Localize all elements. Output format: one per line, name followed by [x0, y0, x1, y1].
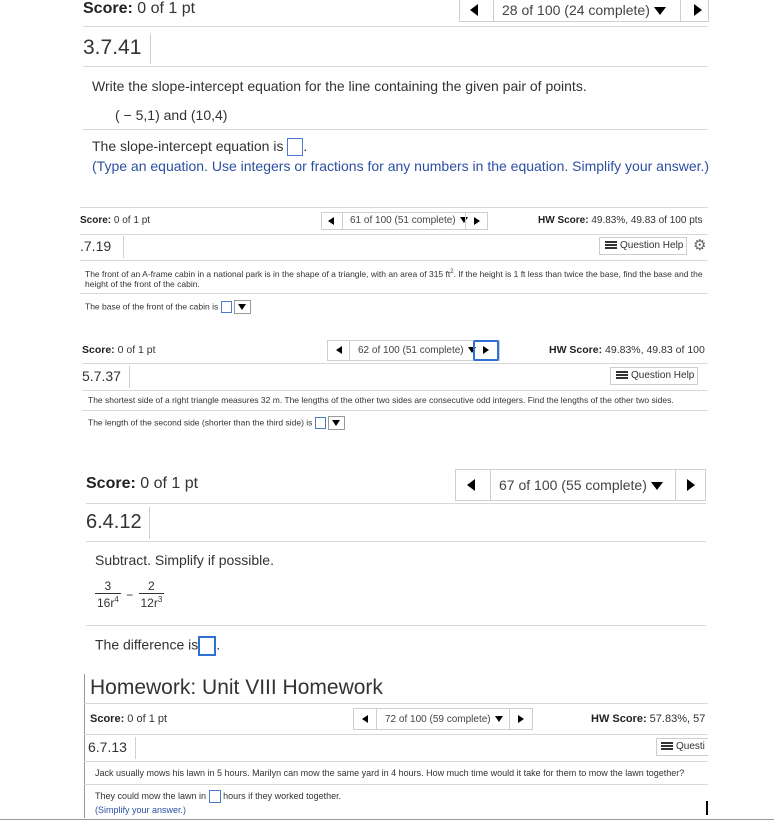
question-number: 6.7.13 [88, 737, 136, 759]
hw-score: HW Score: 57.83%, 57 [591, 713, 706, 725]
next-question-icon[interactable] [518, 715, 524, 723]
prev-question-icon[interactable] [362, 715, 368, 723]
problem-text: The front of an A-frame cabin in a natio… [85, 268, 703, 289]
question-nav: 62 of 100 (51 complete) [327, 340, 500, 361]
question-nav: 67 of 100 (55 complete) [455, 469, 706, 501]
units-dropdown[interactable] [328, 416, 346, 430]
problem-text: Jack usually mows his lawn in 5 hours. M… [95, 768, 685, 778]
score-label: Score: 0 of 1 pt [86, 475, 199, 492]
score-label: Score: 0 of 1 pt [90, 713, 168, 725]
answer-input[interactable] [208, 790, 221, 803]
progress-dropdown[interactable]: 72 of 100 (59 complete) [385, 714, 503, 725]
fraction-1: 3 16r4 [95, 579, 121, 610]
next-question-icon [483, 346, 489, 354]
fraction-expression: 3 16r4 − 2 12r3 [95, 579, 165, 610]
answer-row: The length of the second side (shorter t… [88, 416, 346, 430]
prev-question-icon[interactable] [470, 4, 478, 16]
given-points: ( − 5,1) and (10,4) [115, 107, 228, 123]
prev-question-icon[interactable] [467, 479, 475, 491]
score-label: Score: 0 of 1 pt [82, 344, 156, 356]
chevron-down-icon [459, 217, 468, 224]
answer-row: They could mow the lawn in hours if they… [95, 790, 341, 803]
answer-input[interactable] [314, 417, 326, 429]
answer-input[interactable] [287, 138, 304, 157]
chevron-down-icon [494, 716, 503, 723]
progress-dropdown[interactable]: 62 of 100 (51 complete) [358, 345, 476, 356]
chevron-down-icon [650, 482, 663, 491]
next-question-icon[interactable] [474, 217, 480, 225]
next-question-icon[interactable] [687, 479, 695, 491]
chevron-down-icon [332, 420, 341, 426]
hw-score: HW Score: 49.83%, 49.83 of 100 [549, 344, 705, 356]
answer-input[interactable] [220, 301, 232, 313]
menu-icon [605, 240, 617, 250]
answer-hint: (Type an equation. Use integers or fract… [92, 158, 710, 174]
question-help-button[interactable]: Question Help [610, 367, 698, 385]
answer-hint: (Simplify your answer.) [95, 805, 187, 815]
menu-icon [616, 370, 628, 380]
question-help-button[interactable]: Question Help [599, 237, 687, 255]
next-question-button[interactable] [473, 340, 499, 361]
answer-row: The difference is. [95, 636, 220, 656]
progress-dropdown[interactable]: 67 of 100 (55 complete) [499, 477, 663, 493]
progress-dropdown[interactable]: 28 of 100 (24 complete) [502, 2, 666, 18]
problem-text: The shortest side of a right triangle me… [88, 395, 674, 405]
next-question-icon[interactable] [694, 4, 702, 16]
text-cursor [706, 801, 708, 815]
question-help-button[interactable]: Questi [656, 738, 708, 756]
question-number: 3.7.41 [83, 34, 151, 64]
score-label: Score: 0 of 1 pt [80, 215, 151, 226]
hw-score: HW Score: 49.83%, 49.83 of 100 pts [538, 215, 703, 226]
fraction-2: 2 12r3 [138, 579, 165, 610]
score-label: Score: 0 of 1 pt [83, 0, 196, 17]
answer-input[interactable] [198, 636, 217, 656]
units-dropdown[interactable] [234, 300, 251, 314]
gear-icon[interactable]: ⚙ [693, 238, 706, 253]
question-number: 5.7.37 [82, 366, 130, 388]
chevron-down-icon [238, 304, 246, 310]
menu-icon [661, 741, 673, 751]
question-number: .7.19 [80, 236, 124, 258]
answer-row: The base of the front of the cabin is [85, 300, 251, 314]
progress-dropdown[interactable]: 61 of 100 (51 complete) [350, 215, 468, 226]
question-instructions: Write the slope-intercept equation for t… [92, 78, 587, 94]
prev-question-icon[interactable] [328, 217, 334, 225]
question-nav: 28 of 100 (24 complete) [459, 0, 709, 22]
prev-question-icon[interactable] [336, 346, 342, 354]
homework-title: Homework: Unit VIII Homework [90, 676, 383, 699]
question-number: 6.4.12 [86, 507, 150, 539]
answer-row: The slope-intercept equation is . [92, 138, 307, 157]
chevron-down-icon [653, 7, 666, 16]
question-instructions: Subtract. Simplify if possible. [95, 552, 274, 568]
question-nav: 61 of 100 (51 complete) [321, 212, 488, 230]
question-nav: 72 of 100 (59 complete) [353, 708, 533, 730]
